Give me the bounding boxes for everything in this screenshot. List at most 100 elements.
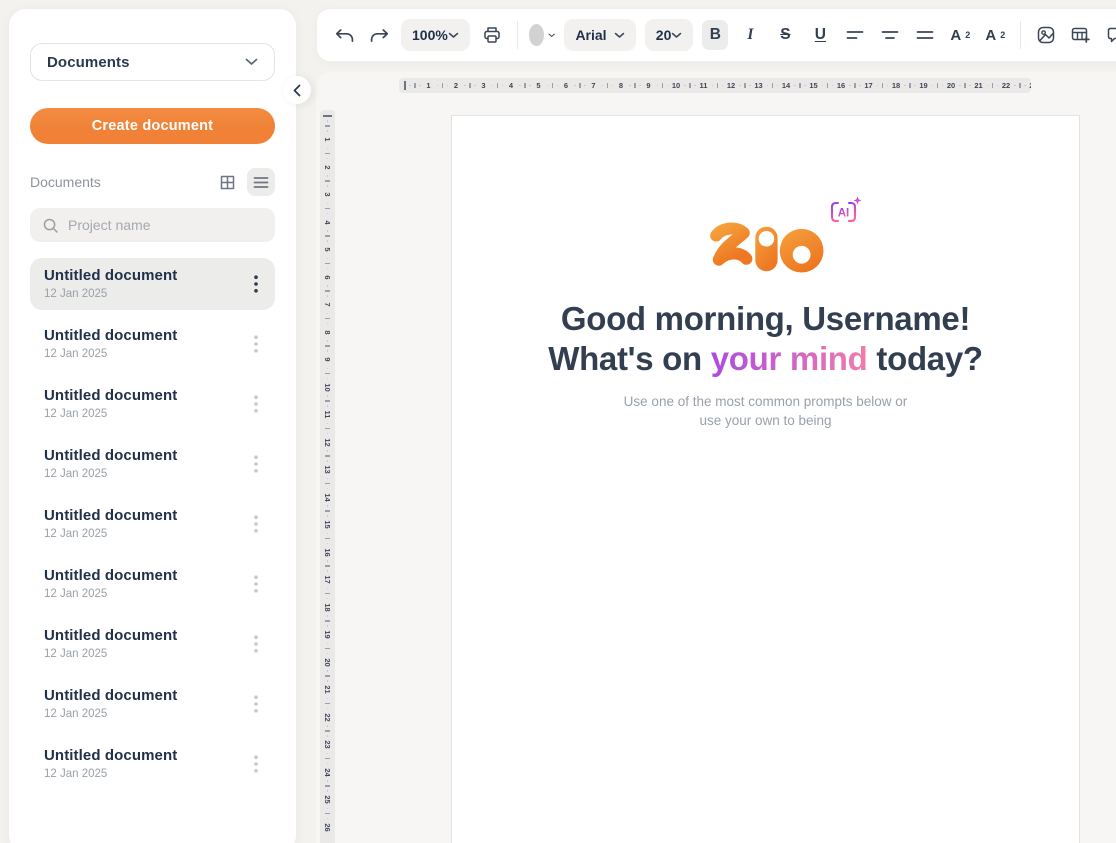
- greeting-line2-post: today?: [868, 340, 983, 377]
- greeting-line2-pre: What's on: [548, 340, 711, 377]
- image-icon: [1036, 25, 1056, 45]
- document-title: Untitled document: [44, 267, 177, 284]
- ai-badge: AI: [827, 196, 863, 227]
- greeting-highlight: your mind: [711, 340, 868, 377]
- document-menu-button[interactable]: [250, 573, 262, 595]
- chevron-down-icon: [614, 32, 625, 39]
- align-justify-button[interactable]: [912, 20, 938, 50]
- document-menu-button[interactable]: [250, 693, 262, 715]
- undo-icon: [334, 27, 355, 44]
- document-date: 12 Jan 2025: [44, 348, 177, 360]
- logo: AI: [707, 216, 825, 273]
- search-input[interactable]: [68, 217, 263, 233]
- document-list-item[interactable]: Untitled document 12 Jan 2025: [30, 558, 275, 610]
- undo-button[interactable]: [331, 20, 357, 50]
- toolbar: 100% Arial 20 B I S U A2 A2: [316, 8, 1116, 62]
- insert-table-button[interactable]: [1068, 20, 1094, 50]
- document-list-item[interactable]: Untitled document 12 Jan 2025: [30, 618, 275, 670]
- document-list: Untitled document 12 Jan 2025 Untitled d…: [30, 258, 275, 790]
- document-menu-button[interactable]: [250, 753, 262, 775]
- document-list-item[interactable]: Untitled document 12 Jan 2025: [30, 438, 275, 490]
- printer-icon: [482, 25, 502, 45]
- document-menu-button[interactable]: [250, 453, 262, 475]
- toolbar-divider: [517, 21, 518, 49]
- italic-button[interactable]: I: [737, 20, 763, 50]
- align-center-button[interactable]: [877, 20, 903, 50]
- align-left-icon: [846, 29, 864, 41]
- document-date: 12 Jan 2025: [44, 588, 177, 600]
- color-swatch: [529, 24, 544, 46]
- greeting-heading: Good morning, Username! What's on your m…: [548, 299, 983, 379]
- kebab-icon: [254, 575, 258, 593]
- zio-logo-icon: [707, 216, 825, 273]
- strikethrough-button[interactable]: S: [772, 20, 798, 50]
- document-menu-button[interactable]: [250, 333, 262, 355]
- kebab-icon: [254, 635, 258, 653]
- font-size-select[interactable]: 20: [645, 19, 694, 51]
- insert-image-button[interactable]: [1033, 20, 1059, 50]
- align-center-icon: [881, 29, 899, 41]
- document-date: 12 Jan 2025: [44, 528, 177, 540]
- document-title: Untitled document: [44, 387, 177, 404]
- document-title: Untitled document: [44, 507, 177, 524]
- list-view-button[interactable]: [247, 168, 275, 196]
- document-search[interactable]: [30, 208, 275, 242]
- view-toggles: [213, 168, 275, 196]
- kebab-icon: [254, 755, 258, 773]
- zoom-select[interactable]: 100%: [401, 19, 470, 51]
- document-menu-button[interactable]: [250, 273, 262, 295]
- document-menu-button[interactable]: [250, 633, 262, 655]
- chevron-left-icon: [293, 84, 301, 97]
- kebab-icon: [254, 455, 258, 473]
- document-list-item[interactable]: Untitled document 12 Jan 2025: [30, 498, 275, 550]
- chevron-down-icon: [671, 32, 682, 39]
- chevron-down-icon: [245, 58, 258, 66]
- document-list-item[interactable]: Untitled document 12 Jan 2025: [30, 738, 275, 790]
- workspace-select[interactable]: Documents: [30, 43, 275, 81]
- redo-button[interactable]: [366, 20, 392, 50]
- redo-icon: [369, 27, 390, 44]
- search-icon: [42, 217, 59, 234]
- document-list-item[interactable]: Untitled document 12 Jan 2025: [30, 258, 275, 310]
- superscript-button[interactable]: A2: [947, 20, 973, 50]
- underline-button[interactable]: U: [807, 20, 833, 50]
- document-list-item[interactable]: Untitled document 12 Jan 2025: [30, 378, 275, 430]
- bold-button[interactable]: B: [702, 20, 728, 50]
- print-button[interactable]: [479, 20, 505, 50]
- document-menu-button[interactable]: [250, 393, 262, 415]
- grid-view-button[interactable]: [213, 168, 241, 196]
- sidebar-collapse-button[interactable]: [283, 76, 311, 104]
- create-document-button[interactable]: Create document: [30, 108, 275, 144]
- document-list-item[interactable]: Untitled document 12 Jan 2025: [30, 678, 275, 730]
- document-title: Untitled document: [44, 747, 177, 764]
- ai-badge-icon: AI: [827, 196, 863, 227]
- greeting-line1: Good morning, Username!: [561, 300, 970, 337]
- chevron-down-icon: [548, 32, 555, 39]
- document-date: 12 Jan 2025: [44, 468, 177, 480]
- document-title: Untitled document: [44, 447, 177, 464]
- align-justify-icon: [916, 29, 934, 41]
- document-menu-button[interactable]: [250, 513, 262, 535]
- toolbar-divider: [1020, 21, 1021, 49]
- editor-canvas: 1234567891011121314151617181920212223 12…: [316, 72, 1116, 843]
- document-title: Untitled document: [44, 567, 177, 584]
- ruler-vertical: 1234567891011121314151617181920212223242…: [320, 110, 335, 843]
- kebab-icon: [254, 515, 258, 533]
- list-icon: [253, 176, 269, 189]
- subscript-button[interactable]: A2: [982, 20, 1008, 50]
- documents-section-header: Documents: [30, 168, 275, 196]
- zoom-value: 100%: [412, 27, 448, 43]
- documents-section-label: Documents: [30, 174, 101, 190]
- table-add-icon: [1070, 25, 1091, 45]
- font-family-value: Arial: [575, 27, 606, 43]
- font-family-select[interactable]: Arial: [564, 19, 635, 51]
- document-date: 12 Jan 2025: [44, 768, 177, 780]
- document-date: 12 Jan 2025: [44, 708, 177, 720]
- text-color-button[interactable]: [529, 20, 555, 50]
- comment-button[interactable]: [1103, 20, 1116, 50]
- document-page[interactable]: AI Good morning, Username! What's on you…: [451, 115, 1080, 843]
- align-left-button[interactable]: [842, 20, 868, 50]
- document-date: 12 Jan 2025: [44, 408, 177, 420]
- kebab-icon: [254, 395, 258, 413]
- document-list-item[interactable]: Untitled document 12 Jan 2025: [30, 318, 275, 370]
